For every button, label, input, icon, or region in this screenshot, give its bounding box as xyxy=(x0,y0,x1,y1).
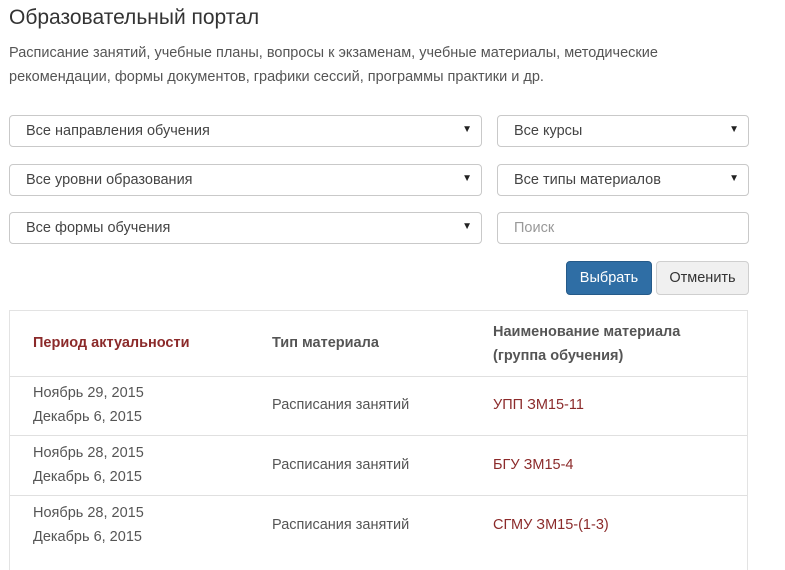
date-from: Ноябрь 29, 2015 xyxy=(33,385,144,401)
material-name-link[interactable]: УПП ЗМ15-11 xyxy=(493,393,584,417)
table-row: Ноябрь 28, 2015 Декабрь 6, 2015 Расписан… xyxy=(10,436,747,496)
name-column-header-line2: (группа обучения) xyxy=(493,348,624,364)
material-type: Расписания занятий xyxy=(272,457,410,473)
course-select[interactable]: Все курсы ▼ xyxy=(497,115,749,147)
page-title: Образовательный портал xyxy=(9,6,260,29)
material-type-select-value: Все типы материалов xyxy=(514,172,661,188)
material-type: Расписания занятий xyxy=(272,397,410,413)
level-select[interactable]: Все уровни образования ▼ xyxy=(9,164,482,196)
date-to: Декабрь 6, 2015 xyxy=(33,529,142,545)
direction-select[interactable]: Все направления обучения ▼ xyxy=(9,115,482,147)
caret-down-icon: ▼ xyxy=(462,173,472,184)
date-from: Ноябрь 28, 2015 xyxy=(33,505,144,521)
level-select-value: Все уровни образования xyxy=(26,172,193,188)
materials-table: Период актуальности Тип материала Наимен… xyxy=(9,310,748,570)
material-type: Расписания занятий xyxy=(272,517,410,533)
date-to: Декабрь 6, 2015 xyxy=(33,409,142,425)
date-to: Декабрь 6, 2015 xyxy=(33,469,142,485)
material-name-link[interactable]: СГМУ ЗМ15-(1-3) xyxy=(493,513,609,537)
material-name-link[interactable]: БГУ ЗМ15-4 xyxy=(493,453,573,477)
table-header: Период актуальности Тип материала Наимен… xyxy=(10,311,747,377)
select-button[interactable]: Выбрать xyxy=(566,261,652,295)
search-input[interactable]: Поиск xyxy=(497,212,749,244)
direction-select-value: Все направления обучения xyxy=(26,123,210,139)
caret-down-icon: ▼ xyxy=(462,124,472,135)
date-from: Ноябрь 28, 2015 xyxy=(33,445,144,461)
page: Образовательный портал Расписание заняти… xyxy=(0,0,785,570)
table-row: Ноябрь 28, 2015 Декабрь 6, 2015 Расписан… xyxy=(10,496,747,555)
caret-down-icon: ▼ xyxy=(729,124,739,135)
caret-down-icon: ▼ xyxy=(729,173,739,184)
caret-down-icon: ▼ xyxy=(462,221,472,232)
type-column-header: Тип материала xyxy=(272,335,379,351)
material-type-select[interactable]: Все типы материалов ▼ xyxy=(497,164,749,196)
course-select-value: Все курсы xyxy=(514,123,583,139)
table-row: Ноябрь 29, 2015 Декабрь 6, 2015 Расписан… xyxy=(10,376,747,436)
study-form-select[interactable]: Все формы обучения ▼ xyxy=(9,212,482,244)
study-form-select-value: Все формы обучения xyxy=(26,220,171,236)
name-column-header-line1: Наименование материала xyxy=(493,324,681,340)
page-description: Расписание занятий, учебные планы, вопро… xyxy=(9,45,658,85)
period-column-header[interactable]: Период актуальности xyxy=(33,331,190,355)
cancel-button[interactable]: Отменить xyxy=(656,261,749,295)
search-placeholder: Поиск xyxy=(514,220,555,236)
